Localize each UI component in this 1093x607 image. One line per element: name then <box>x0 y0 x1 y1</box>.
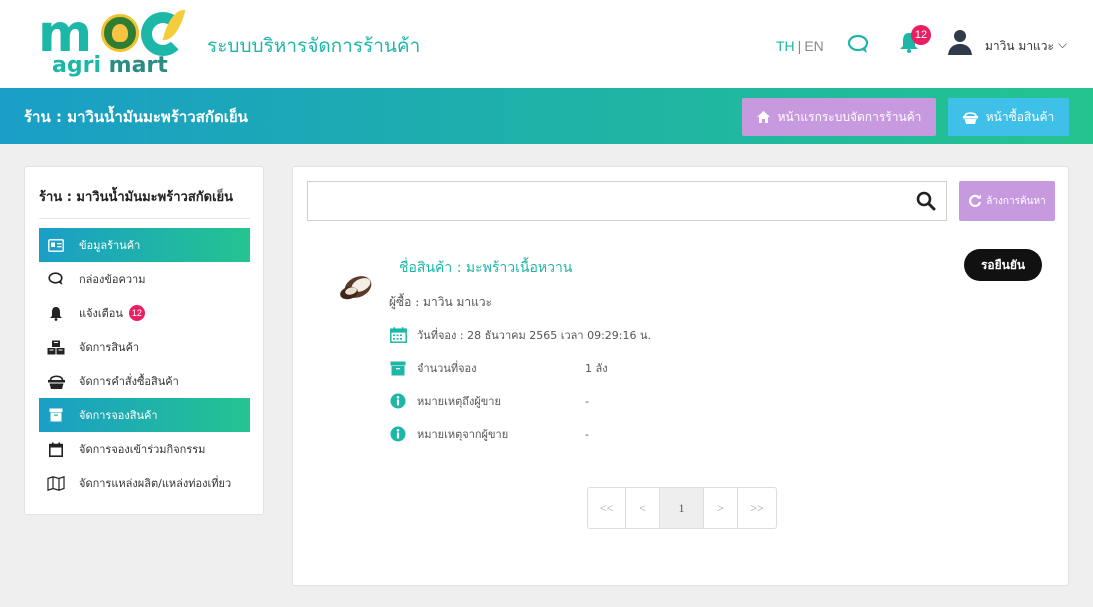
calendar-icon <box>47 440 65 458</box>
quantity-label: จำนวนที่จอง <box>417 362 477 375</box>
bell-icon <box>47 304 65 322</box>
shop-page-label: หน้าซื้อสินค้า <box>985 109 1055 124</box>
store-home-label: หน้าแรกระบบจัดการร้านค้า <box>777 109 922 124</box>
sidebar-item-reservations[interactable]: จัดการจองสินค้า <box>39 398 250 432</box>
sidebar-item-label: จัดการจองสินค้า <box>79 409 158 422</box>
sidebar-item-label: จัดการคำสั่งซื้อสินค้า <box>79 375 179 388</box>
quantity-value: 1 ลัง <box>585 362 608 375</box>
sidebar-item-store-info[interactable]: ข้อมูลร้านค้า <box>39 228 250 262</box>
page-first-button[interactable]: << <box>588 488 626 528</box>
clear-search-label: ล้างการค้นหา <box>986 195 1046 207</box>
note-to-seller-row: หมายเหตุถึงผู้ขาย - <box>389 390 689 412</box>
chat-icon[interactable] <box>847 34 871 54</box>
user-name[interactable]: มาวิน มาแวะ <box>985 37 1054 56</box>
product-name[interactable]: ชื่อสินค้า : มะพร้าวเนื้อหวาน <box>399 257 572 279</box>
sidebar-menu: ข้อมูลร้านค้า กล่องข้อความ แจ้งเตือน 12 … <box>39 228 250 500</box>
sidebar-item-products[interactable]: จัดการสินค้า <box>39 330 250 364</box>
basket-icon <box>47 372 65 390</box>
refresh-icon <box>969 194 982 207</box>
search-icon[interactable] <box>916 191 936 211</box>
note-from-seller-row: หมายเหตุจากผู้ขาย - <box>389 423 689 445</box>
note-from-seller-label: หมายเหตุจากผู้ขาย <box>417 428 509 441</box>
note-from-seller-value: - <box>585 427 589 441</box>
lang-th-link[interactable]: TH <box>776 38 795 54</box>
page-current[interactable]: 1 <box>660 488 704 528</box>
id-card-icon <box>47 236 65 254</box>
reservation-quantity-row: จำนวนที่จอง 1 ลัง <box>389 357 689 379</box>
sidebar-item-label: กล่องข้อความ <box>79 273 146 286</box>
lang-separator: | <box>797 38 802 54</box>
agri-mart-logo[interactable]: m agri mart <box>38 6 188 80</box>
info-icon <box>389 392 407 410</box>
notification-badge: 12 <box>911 25 931 45</box>
sidebar-item-label: แจ้งเตือน <box>79 307 123 320</box>
page-prev-button[interactable]: < <box>626 488 660 528</box>
search-box <box>307 181 947 221</box>
store-home-button[interactable]: หน้าแรกระบบจัดการร้านค้า <box>742 98 936 136</box>
note-to-seller-value: - <box>585 394 589 408</box>
main-panel: ล้างการค้นหา ชื่อสินค้า : มะพร้าวเนื้อหว… <box>292 166 1069 586</box>
notification-badge: 12 <box>128 305 145 321</box>
calendar-icon <box>389 326 407 344</box>
product-image[interactable] <box>331 265 381 311</box>
store-title: ร้าน : มาวินน้ำมันมะพร้าวสกัดเย็น <box>24 108 248 126</box>
buyer-name: ผู้ซื้อ : มาวิน มาแวะ <box>389 295 493 309</box>
pagination: << < 1 > >> <box>587 487 777 529</box>
home-icon <box>756 111 770 123</box>
system-title: ระบบบริหารจัดการร้านค้า <box>207 35 421 57</box>
cubes-icon <box>47 338 65 356</box>
reservation-date: วันที่จอง : 28 ธันวาคม 2565 เวลา 09:29:1… <box>417 329 652 342</box>
language-switcher: TH | EN <box>776 38 824 54</box>
user-icon[interactable] <box>946 27 974 57</box>
reservation-date-row: วันที่จอง : 28 ธันวาคม 2565 เวลา 09:29:1… <box>389 324 651 346</box>
sidebar-item-notifications[interactable]: แจ้งเตือน 12 <box>39 296 250 330</box>
sidebar-item-label: ข้อมูลร้านค้า <box>79 239 141 252</box>
sidebar-title: ร้าน : มาวินน้ำมันมะพร้าวสกัดเย็น <box>39 190 234 205</box>
sidebar-divider <box>39 218 250 219</box>
lang-en-link[interactable]: EN <box>804 38 823 54</box>
sidebar-item-label: จัดการแหล่งผลิต/แหล่งท่องเที่ยว <box>79 477 232 490</box>
sidebar-item-sources[interactable]: จัดการแหล่งผลิต/แหล่งท่องเที่ยว <box>39 466 250 500</box>
page-next-button[interactable]: > <box>704 488 738 528</box>
shop-page-button[interactable]: หน้าซื้อสินค้า <box>948 98 1069 136</box>
sidebar-item-activity-booking[interactable]: จัดการจองเข้าร่วมกิจกรรม <box>39 432 250 466</box>
chevron-down-icon[interactable]: ⌵ <box>1058 37 1067 52</box>
status-badge: รอยืนยัน <box>964 249 1042 281</box>
sidebar-item-orders[interactable]: จัดการคำสั่งซื้อสินค้า <box>39 364 250 398</box>
note-to-seller-label: หมายเหตุถึงผู้ขาย <box>417 395 501 408</box>
archive-icon <box>47 406 65 424</box>
logo-wordmark: agri mart <box>52 53 168 78</box>
map-icon <box>47 474 65 492</box>
sidebar-item-label: จัดการจองเข้าร่วมกิจกรรม <box>79 443 206 456</box>
chat-icon <box>47 270 65 288</box>
logo-seal-icon <box>101 14 139 52</box>
basket-icon <box>962 111 978 124</box>
search-input[interactable] <box>308 182 908 220</box>
sidebar-item-inbox[interactable]: กล่องข้อความ <box>39 262 250 296</box>
sidebar: ร้าน : มาวินน้ำมันมะพร้าวสกัดเย็น ข้อมูล… <box>24 166 264 515</box>
page-last-button[interactable]: >> <box>738 488 776 528</box>
sidebar-item-label: จัดการสินค้า <box>79 341 140 354</box>
clear-search-button[interactable]: ล้างการค้นหา <box>959 181 1055 221</box>
archive-icon <box>389 359 407 377</box>
info-icon <box>389 425 407 443</box>
top-header: m agri mart ระบบบริหารจัดการร้านค้า TH | E… <box>0 0 1093 88</box>
store-bar: ร้าน : มาวินน้ำมันมะพร้าวสกัดเย็น หน้าแร… <box>0 88 1093 144</box>
